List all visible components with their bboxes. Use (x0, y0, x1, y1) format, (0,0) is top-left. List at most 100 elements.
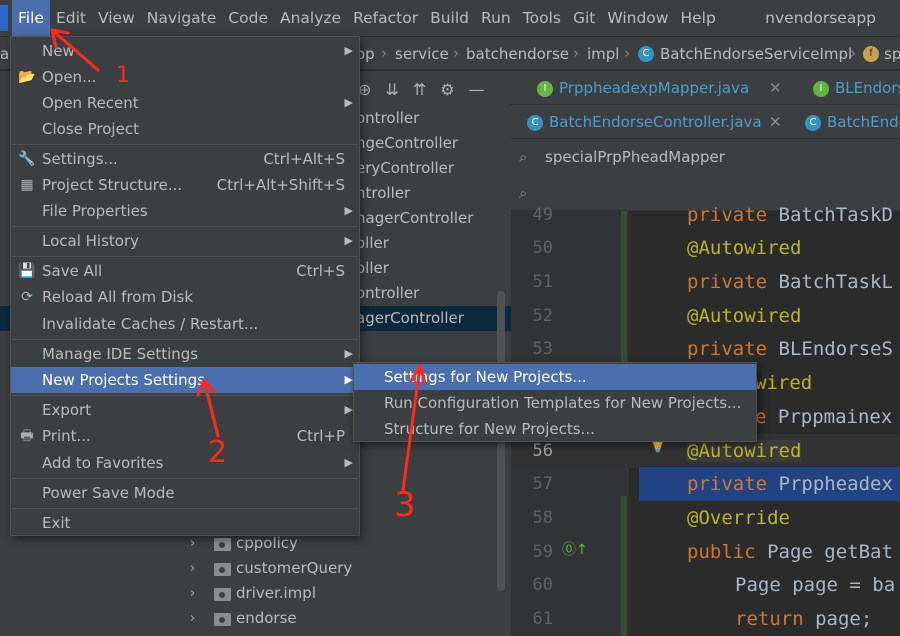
menu-window[interactable]: Window (601, 0, 674, 36)
menu-item-add-to-favorites[interactable]: Add to Favorites ▶ (11, 450, 359, 476)
chevron-right-icon: ▶ (344, 234, 353, 247)
menu-item-open-recent[interactable]: Open Recent ▶ (11, 90, 359, 116)
scroll-to-source-icon[interactable]: ⊕ (358, 80, 371, 99)
breadcrumb-item[interactable]: BatchEndorseServiceImpl (660, 45, 852, 63)
menu-view[interactable]: View (92, 0, 141, 36)
menu-item-settings[interactable]: 🔧 Settings... Ctrl+Alt+S (11, 146, 359, 172)
code-line[interactable]: 60 Page page = ba (511, 568, 900, 602)
tree-row-label: nagerController (356, 209, 474, 227)
menu-item-save-all[interactable]: 💾 Save All Ctrl+S (11, 258, 359, 284)
menu-separator (12, 478, 358, 479)
gear-icon[interactable]: ⚙ (440, 80, 454, 99)
menu-separator (12, 256, 358, 257)
menu-tools[interactable]: Tools (517, 0, 567, 36)
submenu-item-settings-for-new-projects[interactable]: Settings for New Projects... (354, 364, 756, 390)
tree-row-label: agerController (356, 309, 464, 327)
chevron-right-icon: ▶ (344, 373, 353, 386)
implements-icon[interactable]: ⓪↑ (562, 539, 588, 559)
menu-file[interactable]: File (12, 0, 50, 36)
menu-navigate[interactable]: Navigate (141, 0, 223, 36)
code-line[interactable]: 53 private BLEndorseS (511, 332, 900, 366)
menu-item-open[interactable]: 📂 Open... (11, 64, 359, 90)
field-icon: f (863, 46, 879, 62)
chevron-right-icon[interactable]: › (190, 606, 195, 631)
submenu-item-run-configuration-templates[interactable]: Run Configuration Templates for New Proj… (354, 390, 756, 416)
code-line-number: 57 (532, 474, 553, 494)
submenu-item-structure-for-new-projects[interactable]: Structure for New Projects... (354, 416, 756, 442)
close-icon[interactable]: ✕ (769, 71, 782, 105)
editor-tab[interactable]: C BatchEndorseController.java (527, 105, 762, 139)
code-line[interactable]: 58 @Override (511, 501, 900, 535)
menu-item-exit[interactable]: Exit (11, 510, 359, 536)
code-line[interactable]: 50 @Autowired (511, 231, 900, 265)
editor-tab-row: C BatchEndorseController.java ✕ C BatchEnd… (511, 105, 900, 139)
hide-icon[interactable]: — (469, 80, 485, 99)
editor-tab[interactable]: I PrppheadexpMapper.java (537, 71, 749, 105)
menu-separator (12, 508, 358, 509)
breadcrumb-item[interactable]: batchendorse (466, 45, 569, 63)
project-structure-icon: ▦ (20, 177, 34, 193)
folder-row[interactable]: › customerQuery (0, 556, 511, 581)
breadcrumb-item[interactable]: sp (884, 45, 900, 63)
breadcrumb-separator: › (453, 44, 459, 62)
tree-row-label: ontroller (356, 284, 420, 302)
menu-item-power-save-mode[interactable]: Power Save Mode (11, 480, 359, 506)
chevron-right-icon: ▶ (344, 403, 353, 416)
menu-code[interactable]: Code (222, 0, 274, 36)
app-icon (0, 5, 8, 31)
breadcrumb-separator: › (381, 44, 387, 62)
code-line[interactable]: 49 private BatchTaskD (511, 198, 900, 232)
breadcrumb-item[interactable]: service (395, 45, 449, 63)
tree-row-label: oller (356, 259, 389, 277)
folder-name: customerQuery (236, 559, 353, 577)
expand-all-icon[interactable]: ⇊ (385, 80, 398, 99)
chevron-right-icon[interactable]: › (190, 581, 195, 606)
menu-item-new[interactable]: New ▶ (11, 38, 359, 64)
panel-toolbar: ⊕ ⇊ ⇈ ⚙ — (350, 71, 511, 107)
menu-help[interactable]: Help (674, 0, 721, 36)
interface-icon: I (813, 80, 829, 97)
menu-build[interactable]: Build (424, 0, 475, 36)
tree-row-label: ngeController (356, 134, 459, 152)
menu-item-manage-ide-settings[interactable]: Manage IDE Settings ▶ (11, 341, 359, 367)
menu-separator (12, 339, 358, 340)
editor-tab[interactable]: I BLEndors (813, 71, 900, 105)
code-line[interactable]: 51 private BatchTaskL (511, 265, 900, 299)
tree-row-label: eryController (356, 159, 455, 177)
new-projects-settings-submenu: Settings for New Projects... Run Configu… (353, 362, 757, 442)
code-line-selected[interactable]: private Prppheadex (639, 467, 900, 501)
menu-item-export[interactable]: Export ▶ (11, 397, 359, 423)
menu-git[interactable]: Git (567, 0, 601, 36)
tree-row-label: oller (356, 234, 389, 252)
chevron-right-icon: ▶ (344, 204, 353, 217)
folder-name: driver.impl (236, 584, 316, 602)
menu-edit[interactable]: Edit (50, 0, 92, 36)
menu-analyze[interactable]: Analyze (274, 0, 347, 36)
menu-item-file-properties[interactable]: File Properties ▶ (11, 198, 359, 224)
menu-item-invalidate-caches[interactable]: Invalidate Caches / Restart... (11, 311, 359, 337)
code-line[interactable]: 52 @Autowired (511, 299, 900, 333)
menu-refactor[interactable]: Refactor (347, 0, 424, 36)
tree-row-label: ontroller (356, 109, 420, 127)
breadcrumb-item[interactable]: impl (587, 45, 619, 63)
folder-name: endorse (236, 609, 297, 627)
folder-row[interactable]: › driver.impl (0, 581, 511, 606)
folder-open-icon: 📂 (18, 69, 36, 85)
chevron-right-icon[interactable]: › (190, 556, 195, 581)
code-line[interactable]: 61 return page; (511, 602, 900, 636)
editor-tab[interactable]: C BatchEndo (805, 105, 900, 139)
menu-item-local-history[interactable]: Local History ▶ (11, 228, 359, 254)
save-icon: 💾 (18, 263, 36, 279)
close-icon[interactable]: ✕ (769, 105, 782, 139)
menu-item-new-projects-settings[interactable]: New Projects Settings ▶ (11, 367, 359, 393)
breadcrumb-separator: › (624, 44, 630, 62)
menu-run[interactable]: Run (475, 0, 517, 36)
search-input[interactable]: specialPrpPheadMapper (545, 148, 725, 166)
collapse-all-icon[interactable]: ⇈ (413, 80, 426, 99)
menu-item-reload-all[interactable]: ⟳ Reload All from Disk (11, 284, 359, 310)
folder-row[interactable]: › endorse (0, 606, 511, 631)
menu-item-close-project[interactable]: Close Project (11, 116, 359, 142)
menu-item-project-structure[interactable]: ▦ Project Structure... Ctrl+Alt+Shift+S (11, 172, 359, 198)
search-bar[interactable]: ⌕ specialPrpPheadMapper (511, 139, 900, 177)
menu-item-print[interactable]: 🖶 Print... Ctrl+P (11, 423, 359, 449)
